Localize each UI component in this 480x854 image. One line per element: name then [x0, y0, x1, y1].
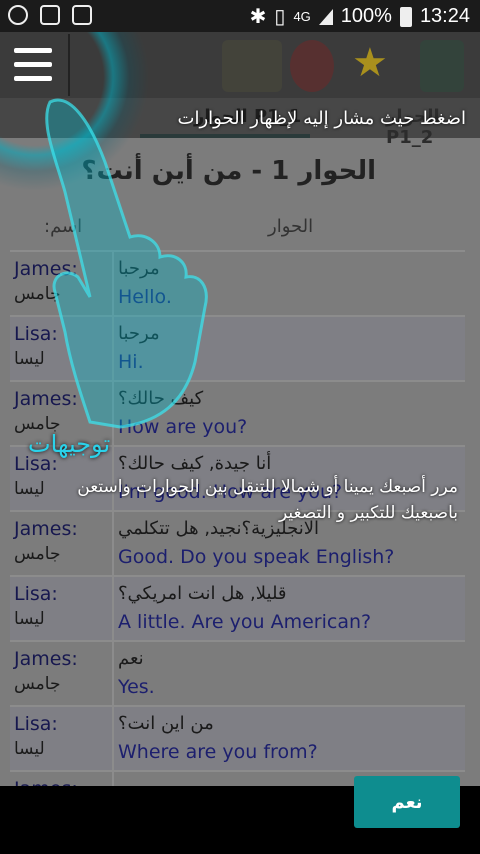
table-row[interactable]: James: جامس نعم Yes.	[10, 640, 465, 705]
app-screen: ★ الحوار P1_2 الحوار P1_1 الحوار 1 - من …	[0, 32, 480, 822]
whatsapp-icon	[8, 5, 28, 25]
line-en: Good. Do you speak English?	[118, 546, 395, 568]
status-bar: ✱ ▯ 4G 100% 13:24	[0, 0, 480, 32]
speaker-name-en: James:	[14, 648, 78, 670]
level-thumbnail-icon[interactable]	[222, 40, 282, 92]
clock-badge-icon[interactable]	[290, 40, 334, 92]
star-icon[interactable]: ★	[352, 40, 388, 86]
tutorial-instructions: مرر أصبعك يمينا أو شمالا للتنقل بين الحو…	[77, 477, 458, 523]
speaker-name-en: Lisa:	[14, 713, 58, 735]
speaker-cell: Lisa: ليسا	[10, 707, 110, 770]
line-cell: نعم Yes.	[112, 642, 467, 705]
tutorial-heading: توجيهات	[28, 430, 111, 458]
line-cell: من اين انت؟ Where are you from?	[112, 707, 467, 770]
speaker-name-ar: جامس	[14, 544, 61, 564]
line-en: Where are you from?	[118, 741, 318, 763]
gmail-icon	[40, 5, 60, 25]
network-type-label: 4G	[293, 9, 311, 24]
line-cell: قليلا, هل انت امريكي؟ A little. Are you A…	[112, 577, 467, 640]
speaker-cell: James: جامس	[10, 642, 110, 705]
line-en: A little. Are you American?	[118, 611, 372, 633]
table-row[interactable]: Lisa: ليسا قليلا, هل انت امريكي؟ A little.…	[10, 575, 465, 640]
speaker-name-ar: ليسا	[14, 609, 45, 629]
line-en: Yes.	[118, 676, 155, 698]
speaker-name-en: Lisa:	[14, 583, 58, 605]
battery-percent: 100%	[340, 5, 392, 27]
speaker-cell: Lisa: ليسا	[10, 577, 110, 640]
system-icons: ✱ ▯ 4G 100% 13:24	[250, 4, 470, 29]
tutorial-tip-menu: اضغط حيث مشار إليه لإظهار الحوارات	[177, 108, 466, 129]
line-ar: من اين انت؟	[118, 713, 214, 734]
speaker-name-ar: ليسا	[14, 739, 45, 759]
battery-icon	[399, 6, 412, 27]
signal-icon	[318, 8, 333, 25]
vibrate-icon: ▯	[274, 6, 286, 28]
speaker-name-ar: جامس	[14, 674, 61, 694]
book-icon[interactable]	[420, 40, 464, 92]
clock: 13:24	[419, 5, 470, 27]
bluetooth-icon: ✱	[249, 6, 267, 28]
line-ar: قليلا, هل انت امريكي؟	[118, 583, 287, 604]
notification-icons	[8, 5, 92, 25]
line-ar: نعم	[118, 648, 144, 669]
image-icon	[72, 5, 92, 25]
table-row[interactable]: Lisa: ليسا من اين انت؟ Where are you from?	[10, 705, 465, 770]
dialogue-column-header: الحوار	[268, 216, 314, 237]
ok-button[interactable]: نعم	[354, 776, 460, 828]
